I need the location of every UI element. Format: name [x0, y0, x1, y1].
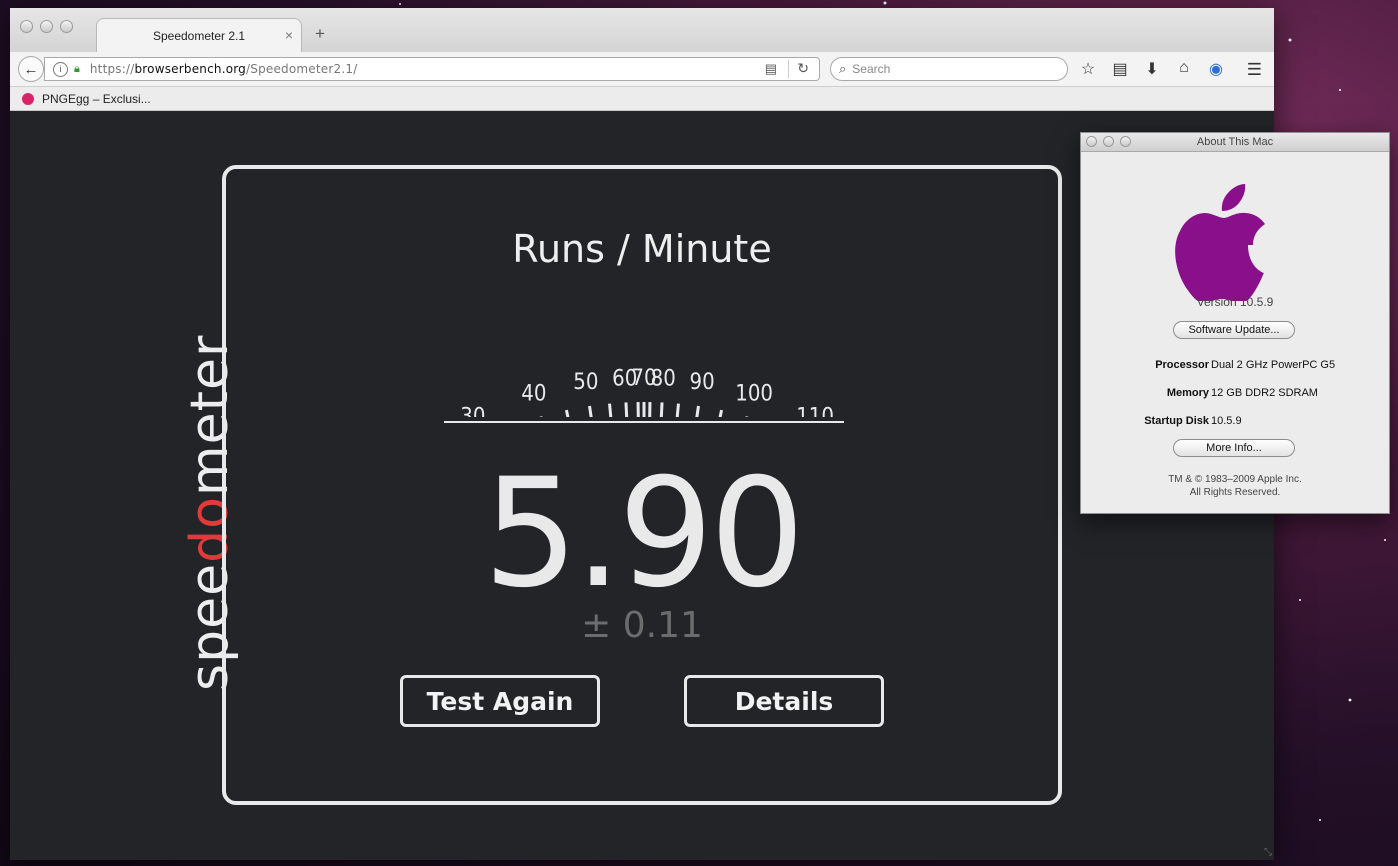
about-zoom-button[interactable]: [1120, 136, 1131, 147]
download-icon[interactable]: ⬇: [1142, 59, 1162, 79]
gauge-label: 30: [460, 404, 485, 417]
gauge-label: 90: [690, 370, 715, 395]
gauge-tick: [718, 409, 724, 417]
startup-disk-label: Startup Disk: [1144, 415, 1209, 427]
memory-label: Memory: [1166, 387, 1209, 399]
gauge-label: 50: [573, 370, 598, 395]
gauge-tick: [539, 416, 543, 417]
about-title-bar[interactable]: About This Mac: [1081, 133, 1389, 152]
url-bar[interactable]: i 🔒︎ https://browserbench.org/Speedomete…: [44, 57, 820, 81]
speed-gauge: 0102030405060708090100110120130140: [460, 366, 834, 417]
gauge-tick: [564, 409, 570, 417]
memory-value: 12 GB DDR2 SDRAM: [1211, 387, 1318, 399]
home-icon[interactable]: ⌂: [1174, 59, 1194, 79]
gauge-divider: [444, 421, 844, 423]
gauge-label: 80: [651, 366, 676, 391]
copyright-text: TM & © 1983–2009 Apple Inc. All Rights R…: [1081, 473, 1389, 499]
score-value: 5.90: [483, 447, 805, 621]
copyright-line-2: All Rights Reserved.: [1189, 487, 1281, 498]
gauge-tick: [608, 403, 613, 417]
url-host: browserbench.org: [134, 62, 247, 76]
toolbar-icons: ☆ ▤ ⬇ ⌂ ◉: [1078, 59, 1226, 79]
software-update-button[interactable]: Software Update...: [1173, 321, 1295, 339]
tab-title: Speedometer 2.1: [152, 28, 246, 43]
gauge-label: 40: [521, 381, 546, 406]
copyright-line-1: TM & © 1983–2009 Apple Inc.: [1168, 474, 1302, 485]
test-again-button[interactable]: Test Again: [400, 675, 600, 727]
gauge-tick: [624, 402, 629, 417]
tab-close-icon[interactable]: ×: [285, 27, 293, 43]
search-placeholder: Search: [852, 62, 891, 76]
url-path: /Speedometer2.1/: [246, 62, 358, 76]
reload-icon[interactable]: ↻: [797, 60, 809, 77]
about-window-title: About This Mac: [1196, 136, 1274, 148]
os-version: Version 10.5.9: [1196, 295, 1274, 309]
gauge-tick: [695, 405, 700, 417]
back-button[interactable]: ←: [18, 56, 44, 82]
reading-list-icon[interactable]: ▤: [1110, 59, 1130, 79]
gauge-title: Runs / Minute: [512, 227, 772, 271]
gauge-tick: [648, 402, 652, 417]
about-close-button[interactable]: [1086, 136, 1097, 147]
gauge-tick: [675, 403, 680, 417]
zoom-window-button[interactable]: [60, 20, 73, 33]
url-divider: [788, 60, 789, 78]
gauge-label: 100: [735, 381, 773, 406]
close-window-button[interactable]: [20, 20, 33, 33]
bookmark-item-pngegg[interactable]: PNGEgg – Exclusi...: [42, 92, 151, 106]
window-controls: [20, 20, 73, 33]
url-prefix: https://: [89, 62, 135, 76]
results-panel: Runs / Minute 01020304050607080901001101…: [222, 165, 1062, 805]
startup-disk-value: 10.5.9: [1211, 415, 1242, 427]
minimize-window-button[interactable]: [40, 20, 53, 33]
score-margin: ± 0.11: [581, 605, 703, 646]
extension-icon[interactable]: ◉: [1206, 59, 1226, 79]
bookmarks-toolbar: PNGEgg – Exclusi...: [10, 87, 1274, 111]
about-this-mac-window: About This Mac Version 10.5.9 Software U…: [1080, 132, 1390, 514]
gauge-tick: [588, 405, 593, 417]
search-input[interactable]: ⌕ Search: [830, 57, 1068, 81]
pngegg-favicon-icon: [22, 92, 34, 105]
tab-speedometer[interactable]: Speedometer 2.1 ×: [96, 18, 302, 52]
tab-bar: Speedometer 2.1 × +: [10, 8, 1274, 52]
more-info-button[interactable]: More Info...: [1173, 439, 1295, 457]
site-info-icon[interactable]: i: [53, 61, 68, 77]
processor-value: Dual 2 GHz PowerPC G5: [1211, 359, 1336, 371]
processor-label: Processor: [1155, 359, 1209, 371]
url-text: https://browserbench.org/Speedometer2.1/: [90, 62, 358, 76]
apple-logo-icon: [1175, 184, 1265, 301]
reader-view-icon[interactable]: ▤: [765, 61, 777, 77]
gauge-tick: [659, 402, 664, 417]
new-tab-button[interactable]: +: [315, 24, 325, 44]
navigation-bar: ← i 🔒︎ https://browserbench.org/Speedome…: [10, 52, 1274, 87]
search-icon: ⌕: [839, 61, 847, 76]
bookmark-star-icon[interactable]: ☆: [1078, 59, 1098, 79]
hamburger-menu-icon[interactable]: ☰: [1247, 60, 1262, 80]
details-button[interactable]: Details: [684, 675, 884, 727]
about-minimize-button[interactable]: [1103, 136, 1114, 147]
back-arrow-icon: ←: [23, 60, 39, 78]
gauge-label: 110: [796, 404, 834, 417]
gauge-tick: [636, 402, 640, 417]
about-window-controls: [1086, 136, 1131, 147]
resize-grip-icon[interactable]: ⤡: [1264, 847, 1272, 858]
lock-icon: 🔒︎: [74, 62, 80, 75]
gauge-tick: [745, 416, 749, 417]
